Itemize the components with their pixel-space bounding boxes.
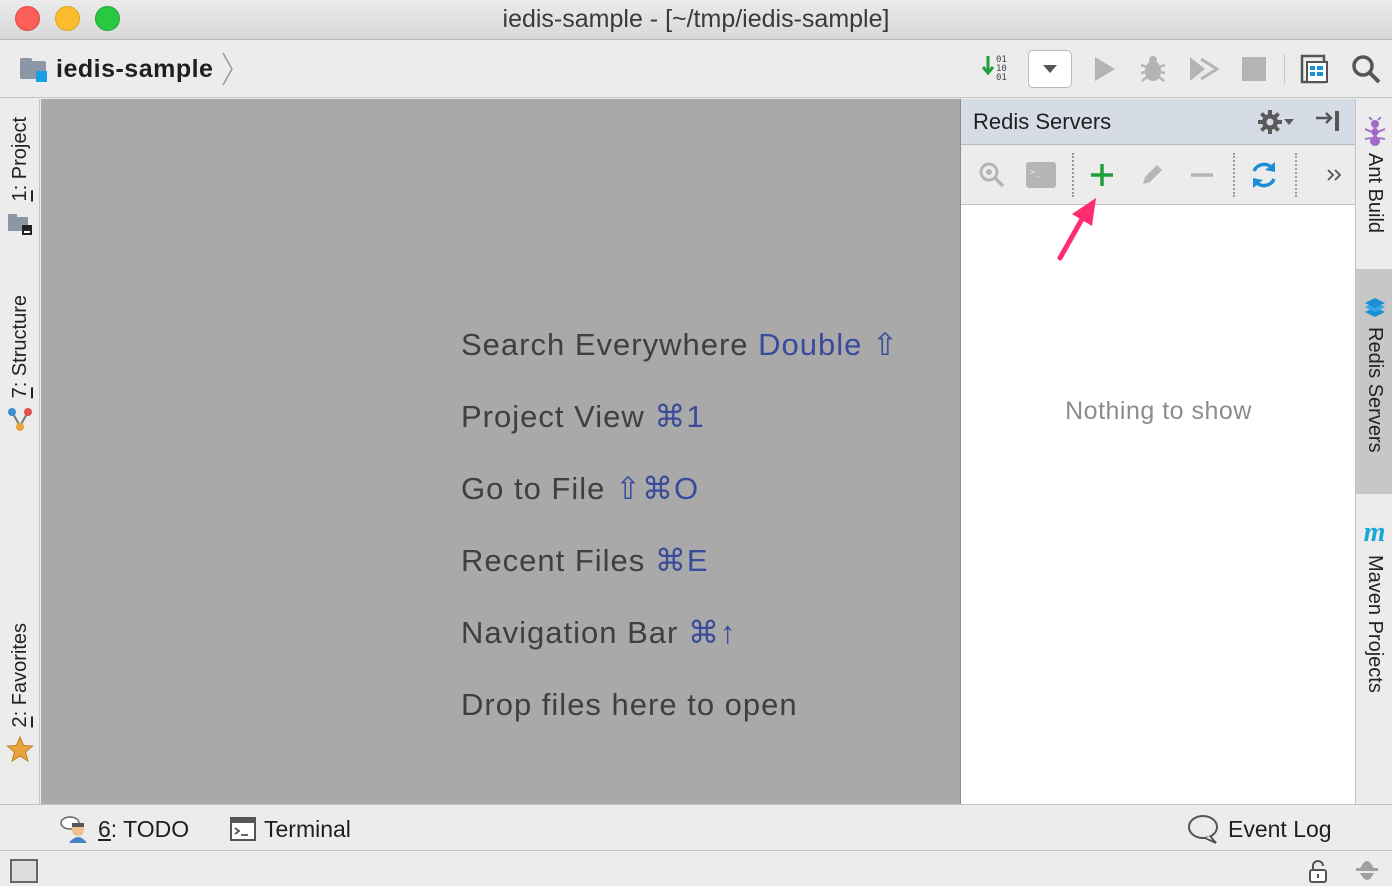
run-with-coverage-icon[interactable] bbox=[1186, 52, 1220, 86]
shortcut-navigation-bar: ⌘↑ bbox=[687, 615, 737, 650]
redis-icon bbox=[1364, 298, 1385, 317]
shortcut-search-everywhere: Double ⇧ bbox=[758, 327, 899, 362]
left-tool-stripe: 1: Project 7: Structure 2: Favorites bbox=[0, 99, 40, 804]
navigation-toolbar: iedis-sample 01 10 01 bbox=[0, 40, 1392, 98]
window-title: iedis-sample - [~/tmp/iedis-sample] bbox=[502, 5, 890, 33]
structure-icon bbox=[8, 408, 32, 432]
breadcrumb-chevron-icon bbox=[222, 52, 234, 86]
todo-icon bbox=[60, 815, 90, 843]
console-icon: >_ bbox=[1026, 162, 1056, 188]
panel-title: Redis Servers bbox=[973, 109, 1112, 134]
make-project-icon[interactable]: 01 10 01 bbox=[980, 52, 1014, 86]
status-bar bbox=[0, 851, 1392, 886]
panel-toolbar: >_ bbox=[961, 145, 1356, 205]
tab-terminal-label: Terminal bbox=[264, 815, 351, 842]
hint-navigation-bar: Navigation Bar ⌘↑ bbox=[461, 615, 737, 650]
tab-favorites[interactable]: 2: Favorites bbox=[0, 623, 40, 763]
tab-maven-projects-label: Maven Projects bbox=[1364, 555, 1386, 693]
refresh-icon bbox=[1252, 162, 1276, 188]
tab-todo-number: 6 bbox=[98, 815, 111, 842]
event-log-icon bbox=[1186, 814, 1220, 844]
tab-structure-number: 7 bbox=[8, 387, 31, 399]
annotation-arrow-icon bbox=[1057, 198, 1096, 261]
breadcrumb-project[interactable]: iedis-sample bbox=[18, 52, 235, 86]
refresh-button[interactable] bbox=[1244, 155, 1284, 195]
ant-icon bbox=[1364, 117, 1385, 146]
add-server-button[interactable] bbox=[1082, 155, 1122, 195]
tab-structure[interactable]: 7: Structure bbox=[0, 295, 40, 434]
tab-maven-projects[interactable]: m Maven Projects bbox=[1356, 519, 1392, 693]
chevron-down-icon bbox=[1043, 65, 1057, 73]
tab-event-log[interactable]: Event Log bbox=[1186, 814, 1332, 844]
panel-console-button[interactable]: >_ bbox=[1021, 155, 1061, 195]
shortcut-recent-files: ⌘E bbox=[654, 543, 709, 578]
tab-project-label: : Project bbox=[8, 117, 31, 191]
run-configuration-dropdown[interactable] bbox=[1028, 50, 1072, 88]
plus-icon bbox=[1091, 164, 1113, 186]
project-structure-icon[interactable] bbox=[1298, 52, 1332, 86]
bottom-tool-stripe: 6: TODO Terminal Event Log bbox=[0, 804, 1392, 851]
hide-icon bbox=[1316, 111, 1339, 131]
shortcut-go-to-file: ⇧⌘O bbox=[615, 471, 700, 506]
shortcut-project-view: ⌘1 bbox=[654, 399, 705, 434]
hide-panel-button[interactable] bbox=[1313, 108, 1345, 136]
tab-project[interactable]: 1: Project bbox=[0, 117, 40, 236]
tab-redis-servers[interactable]: Redis Servers bbox=[1356, 269, 1392, 494]
hint-search-everywhere: Search Everywhere Double ⇧ bbox=[461, 327, 899, 362]
panel-search-button[interactable] bbox=[971, 155, 1011, 195]
tab-todo-label: : TODO bbox=[110, 815, 190, 842]
tool-windows-toggle-icon[interactable] bbox=[10, 859, 38, 883]
inspector-hat-icon[interactable] bbox=[1352, 855, 1382, 885]
remove-server-button[interactable] bbox=[1182, 155, 1222, 195]
svg-text:>_: >_ bbox=[1030, 168, 1041, 178]
tab-ant-build[interactable]: Ant Build bbox=[1356, 117, 1392, 233]
svg-text:01: 01 bbox=[996, 73, 1007, 83]
title-bar: iedis-sample - [~/tmp/iedis-sample] bbox=[0, 0, 1392, 40]
right-tool-stripe: Ant Build Redis Servers m Maven Projects bbox=[1355, 99, 1392, 804]
toolbar-divider bbox=[1295, 153, 1297, 197]
search-icon[interactable] bbox=[1349, 52, 1383, 86]
panel-header: Redis Servers bbox=[961, 99, 1356, 145]
chevron-down-icon bbox=[1284, 119, 1294, 125]
star-icon bbox=[6, 736, 34, 763]
double-chevron-right-icon bbox=[1327, 169, 1342, 181]
terminal-icon bbox=[230, 817, 256, 841]
hint-project-view: Project View ⌘1 bbox=[461, 399, 705, 434]
debug-icon[interactable] bbox=[1136, 52, 1170, 86]
toolbar-separator bbox=[1284, 54, 1285, 84]
lock-icon[interactable] bbox=[1306, 859, 1330, 883]
toolbar-divider bbox=[1233, 153, 1235, 197]
hint-drop-files: Drop files here to open bbox=[461, 687, 798, 722]
tab-event-log-label: Event Log bbox=[1228, 815, 1332, 842]
hint-go-to-file: Go to File ⇧⌘O bbox=[461, 471, 700, 506]
tab-structure-label: : Structure bbox=[8, 295, 31, 388]
tab-ant-build-label: Ant Build bbox=[1364, 153, 1386, 234]
panel-settings-button[interactable] bbox=[1257, 108, 1301, 136]
gear-icon bbox=[1258, 110, 1282, 134]
editor-empty-area[interactable]: Search Everywhere Double ⇧ Project View … bbox=[41, 99, 960, 804]
breadcrumb-label: iedis-sample bbox=[56, 54, 214, 83]
tab-favorites-label: : Favorites bbox=[8, 623, 31, 717]
hint-recent-files: Recent Files ⌘E bbox=[461, 543, 709, 578]
more-actions-button[interactable] bbox=[1317, 155, 1353, 195]
toolbar-divider bbox=[1072, 153, 1074, 197]
pencil-icon bbox=[1143, 165, 1162, 184]
tab-todo[interactable]: 6: TODO bbox=[60, 814, 189, 844]
project-folder-icon bbox=[18, 57, 48, 82]
search-icon bbox=[979, 162, 1005, 188]
tab-terminal[interactable]: Terminal bbox=[230, 814, 351, 844]
tab-project-number: 1 bbox=[8, 190, 31, 202]
project-folder-icon bbox=[8, 214, 32, 236]
edit-server-button[interactable] bbox=[1132, 155, 1172, 195]
run-icon[interactable] bbox=[1087, 52, 1121, 86]
tab-favorites-number: 2 bbox=[8, 716, 31, 728]
tab-redis-servers-label: Redis Servers bbox=[1364, 327, 1386, 453]
stop-icon[interactable] bbox=[1237, 52, 1271, 86]
redis-servers-panel: Redis Servers >_ Nothing to show bbox=[960, 99, 1356, 804]
minus-icon bbox=[1191, 173, 1213, 177]
empty-state-text: Nothing to show bbox=[1065, 397, 1252, 425]
maven-icon: m bbox=[1363, 517, 1386, 548]
